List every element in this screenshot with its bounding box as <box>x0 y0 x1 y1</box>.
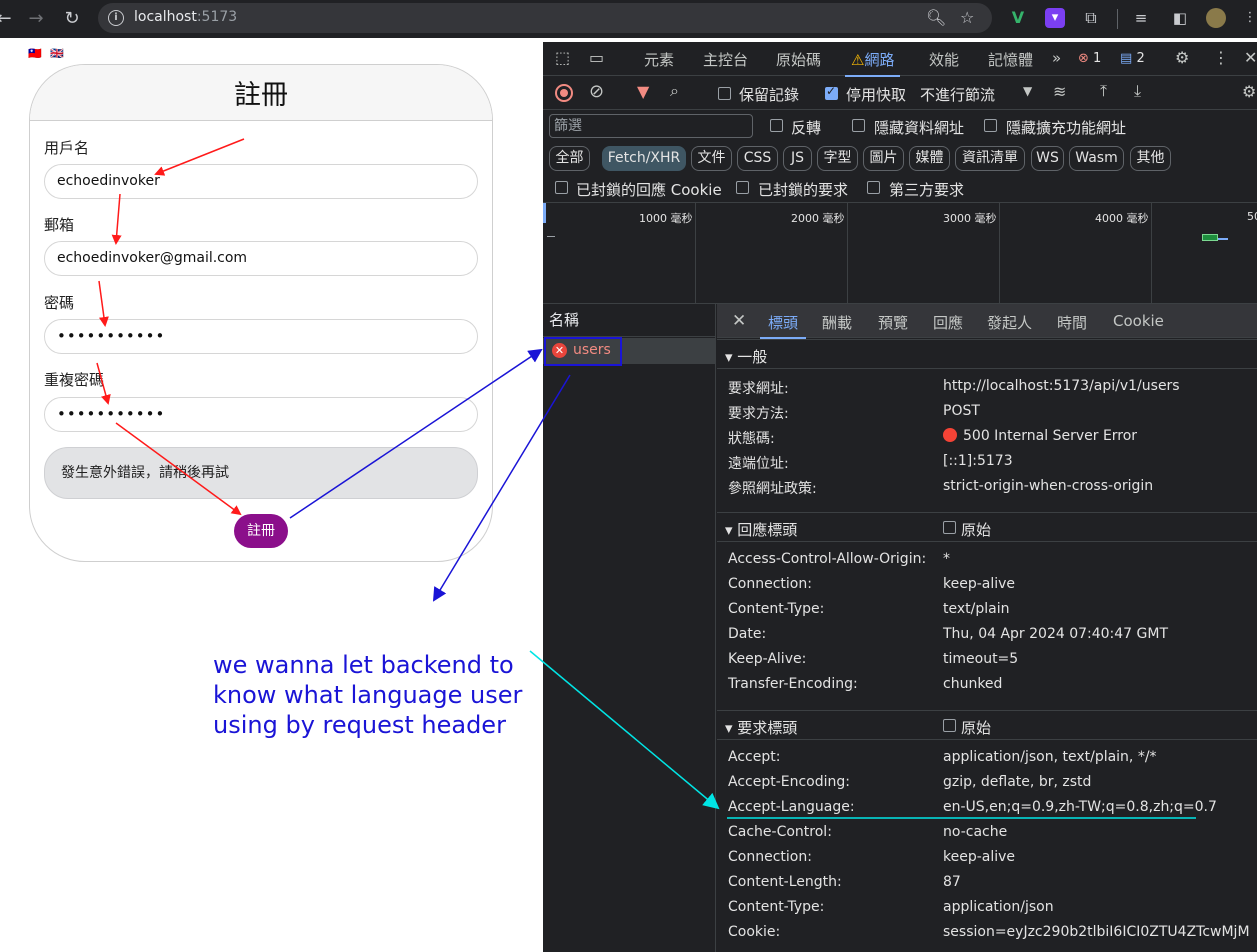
highlight-box <box>544 337 622 366</box>
red-arrows <box>96 138 245 516</box>
annotation-overlay <box>96 138 1196 819</box>
